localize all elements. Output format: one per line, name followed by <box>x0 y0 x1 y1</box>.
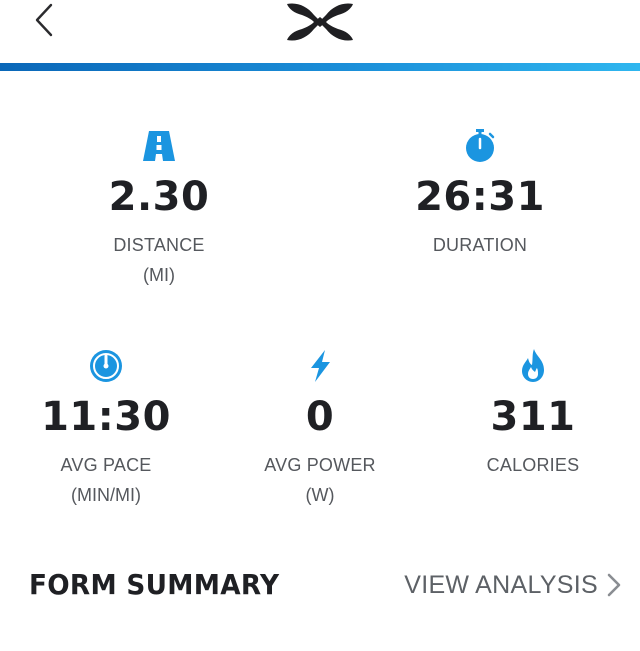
workout-summary-screen: 2.30 DISTANCE (MI) 26:31 DURATION 11:30 … <box>0 0 640 651</box>
duration-value: 26:31 <box>415 174 545 220</box>
header-accent-bar <box>0 63 640 71</box>
avg-pace-unit: (MIN/MI) <box>71 485 141 505</box>
distance-value: 2.30 <box>108 174 210 220</box>
view-analysis-link[interactable]: VIEW ANALYSIS <box>404 567 622 603</box>
chevron-left-icon <box>35 3 53 37</box>
road-icon <box>143 131 175 161</box>
avg-power-unit: (W) <box>305 485 335 505</box>
form-summary-row: FORM SUMMARY VIEW ANALYSIS <box>0 555 640 615</box>
avg-pace-stat: 11:30 AVG PACE (MIN/MI) <box>6 348 206 510</box>
distance-label: DISTANCE <box>113 235 205 255</box>
top-header <box>0 0 640 63</box>
distance-unit: (MI) <box>143 265 175 285</box>
back-button[interactable] <box>24 0 64 40</box>
stopwatch-icon <box>466 129 495 162</box>
avg-pace-value: 11:30 <box>41 394 171 440</box>
calories-label: CALORIES <box>486 455 580 475</box>
duration-label: DURATION <box>432 235 528 255</box>
under-armour-logo <box>287 3 353 41</box>
distance-stat: 2.30 DISTANCE (MI) <box>59 128 259 290</box>
view-analysis-label: VIEW ANALYSIS <box>404 571 598 599</box>
duration-stat: 26:31 DURATION <box>380 128 580 260</box>
lightning-icon <box>311 350 330 382</box>
avg-power-stat: 0 AVG POWER (W) <box>220 348 420 510</box>
calories-value: 311 <box>490 394 576 440</box>
avg-pace-label: AVG PACE <box>60 455 152 475</box>
form-summary-title: FORM SUMMARY <box>29 568 280 601</box>
avg-power-value: 0 <box>305 394 335 440</box>
speedometer-icon <box>90 350 122 382</box>
chevron-right-icon <box>607 573 621 597</box>
flame-icon <box>522 349 544 382</box>
avg-power-label: AVG POWER <box>264 455 376 475</box>
calories-stat: 311 CALORIES <box>433 348 633 480</box>
